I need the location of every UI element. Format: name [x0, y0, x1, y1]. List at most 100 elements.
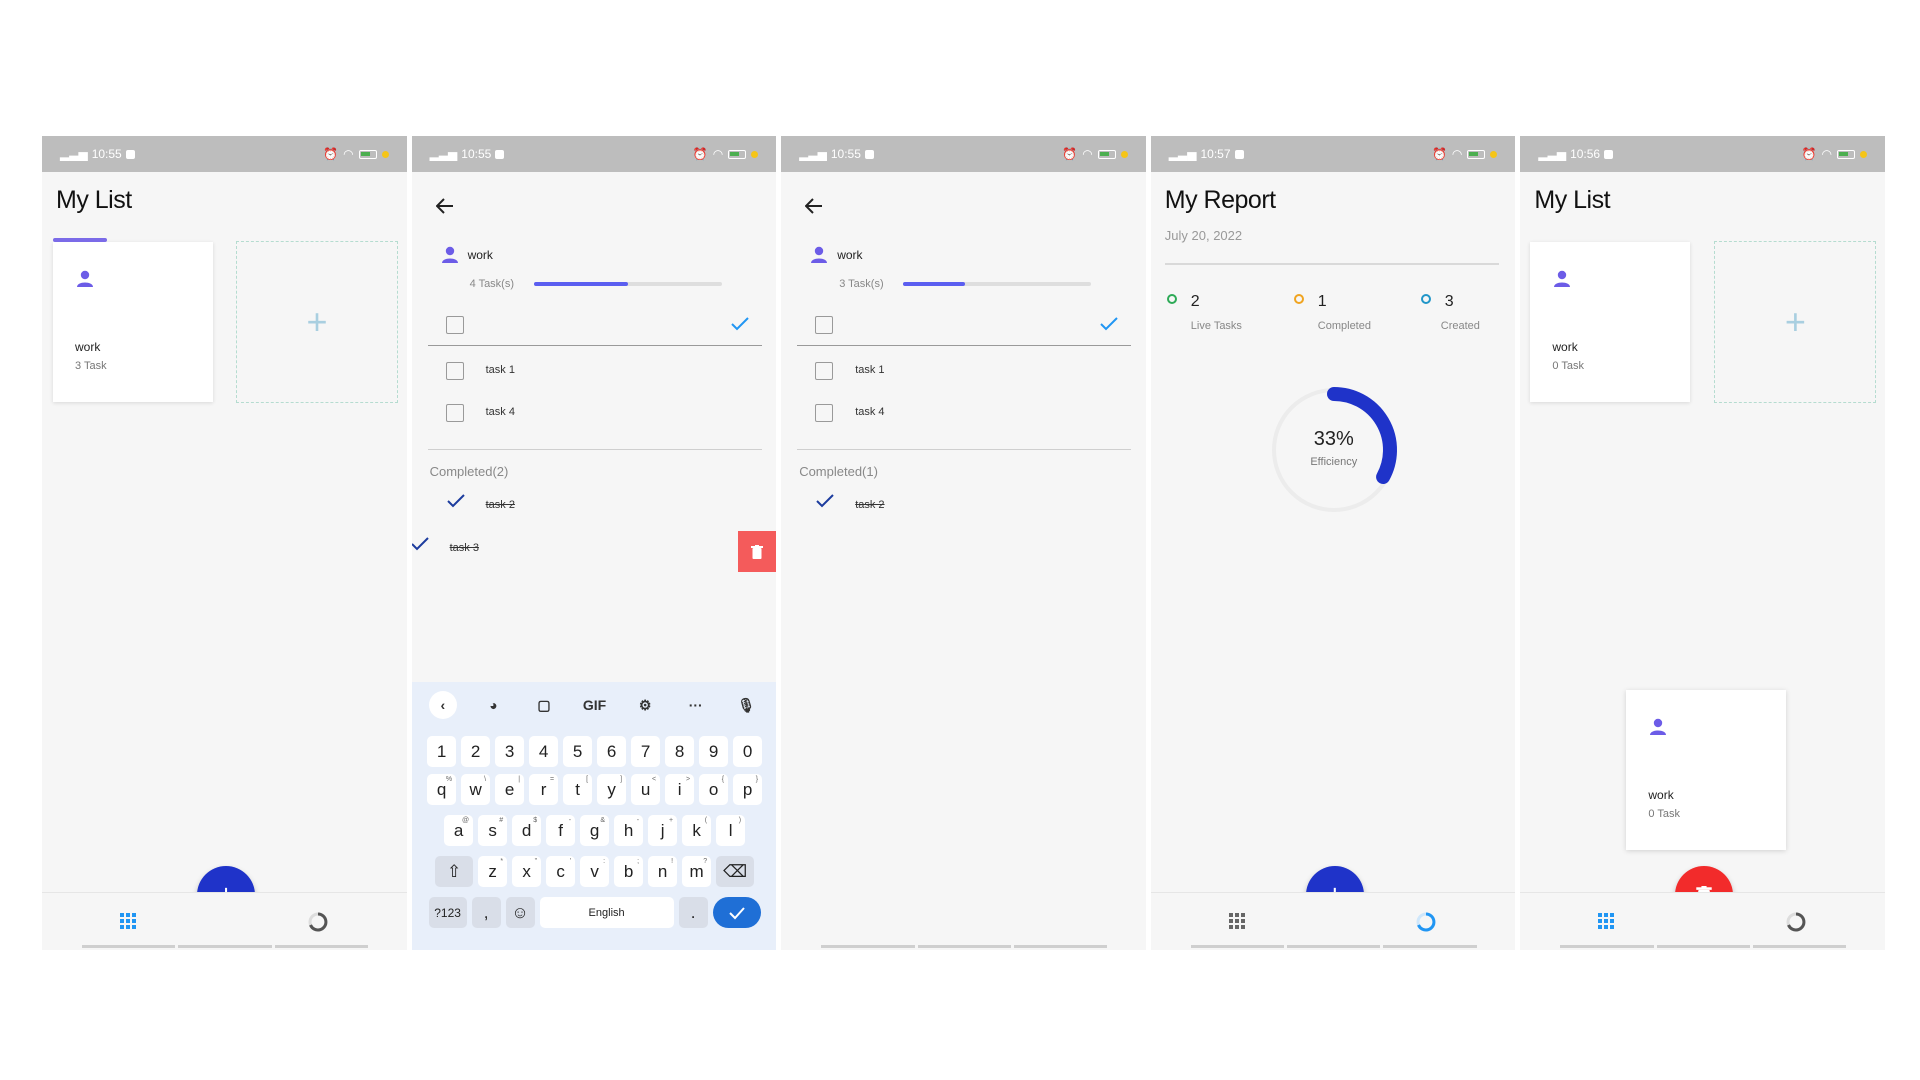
list-card-work[interactable]: work 3 Task: [53, 238, 213, 402]
task-item[interactable]: task 1: [445, 356, 746, 386]
shift-key[interactable]: ⇧: [435, 856, 474, 887]
letter-key[interactable]: w \: [461, 774, 491, 805]
alarm-icon: ⏰: [1062, 147, 1078, 161]
dragged-list-card[interactable]: work 0 Task: [1626, 690, 1787, 850]
completed-task-item[interactable]: task 2: [446, 491, 746, 521]
confirm-check-icon[interactable]: [1099, 316, 1119, 332]
number-key[interactable]: 8: [665, 736, 695, 767]
battery-icon: [1836, 149, 1855, 159]
number-key[interactable]: 3: [495, 736, 525, 767]
new-task-checkbox[interactable]: [815, 316, 834, 334]
number-key[interactable]: 7: [631, 736, 661, 767]
enter-key[interactable]: [712, 897, 761, 928]
task-checkbox[interactable]: [815, 362, 834, 380]
key-alt-label: }: [755, 776, 759, 783]
task-checkbox[interactable]: [445, 362, 464, 380]
letter-key[interactable]: m?: [682, 856, 712, 887]
letter-key[interactable]: y]: [597, 774, 627, 805]
back-arrow-icon[interactable]: [435, 198, 454, 214]
palette-icon[interactable]: ◕: [479, 691, 507, 719]
status-bar: ▂▃▅ 10:55 ⏰ ◠: [781, 136, 1146, 172]
report-ring-icon[interactable]: [1785, 911, 1807, 933]
number-key[interactable]: 2: [461, 736, 491, 767]
keyboard-row-1: q% w \ e | r = t[y] u < i > o{p}: [420, 774, 770, 805]
task-checkbox[interactable]: [815, 404, 834, 422]
home-indicator: [82, 945, 368, 948]
new-task-input-row[interactable]: [797, 306, 1132, 346]
letter-key[interactable]: n!: [648, 856, 678, 887]
letter-key[interactable]: c ': [546, 856, 576, 887]
letter-key[interactable]: d $: [512, 815, 542, 846]
task-item[interactable]: task 4: [815, 398, 1115, 428]
completed-task-item-swiped[interactable]: task 3: [411, 534, 710, 564]
done-check-icon[interactable]: [446, 493, 466, 509]
done-check-icon[interactable]: [815, 493, 835, 509]
key-alt-label: +: [669, 817, 674, 824]
person-icon: [441, 246, 458, 263]
key-alt-label: *: [500, 858, 504, 865]
key-alt-label: <: [652, 776, 657, 783]
space-key[interactable]: English: [539, 897, 674, 928]
chevron-left-icon[interactable]: ‹: [428, 691, 457, 719]
letter-key[interactable]: i >: [665, 774, 695, 805]
sticker-icon[interactable]: ▢: [530, 691, 558, 719]
swipe-delete-button[interactable]: [738, 531, 777, 572]
grid-icon[interactable]: [120, 913, 136, 929]
number-key[interactable]: 6: [597, 736, 627, 767]
new-task-input-row[interactable]: [427, 306, 762, 346]
grid-icon[interactable]: [1228, 913, 1245, 929]
task-item[interactable]: task 1: [815, 356, 1115, 386]
letter-key[interactable]: j +: [648, 815, 678, 846]
symbols-key[interactable]: ?123: [428, 897, 467, 928]
number-key[interactable]: 9: [699, 736, 729, 767]
number-key[interactable]: 5: [563, 736, 593, 767]
list-card-work[interactable]: work 0 Task: [1530, 242, 1691, 402]
letter-key[interactable]: o{: [699, 774, 729, 805]
gif-button[interactable]: GIF: [581, 691, 609, 719]
letter-key[interactable]: g &: [580, 815, 610, 846]
add-list-button[interactable]: +: [236, 241, 398, 403]
grid-icon[interactable]: [1598, 913, 1615, 929]
letter-key[interactable]: z *: [478, 856, 508, 887]
letter-key[interactable]: h-: [614, 815, 644, 846]
task-checkbox[interactable]: [445, 404, 464, 422]
completed-header: Completed(1): [799, 464, 878, 479]
confirm-check-icon[interactable]: [730, 316, 750, 332]
gear-icon[interactable]: ⚙: [631, 691, 659, 719]
keyboard-toolbar: ‹ ◕ ▢ GIF ⚙ ··· 🎙: [412, 682, 777, 728]
emoji-key[interactable]: ☺: [505, 897, 535, 928]
letter-key[interactable]: k(: [682, 815, 712, 846]
alarm-icon: ⏰: [1431, 147, 1447, 161]
letter-key[interactable]: t[: [563, 774, 593, 805]
report-ring-icon[interactable]: [1415, 911, 1437, 933]
letter-key[interactable]: q%: [427, 774, 457, 805]
letter-key[interactable]: x ": [512, 856, 542, 887]
number-key[interactable]: 4: [529, 736, 559, 767]
back-arrow-icon[interactable]: [805, 198, 823, 214]
divider: [797, 449, 1132, 450]
comma-key[interactable]: ,: [471, 897, 501, 928]
number-key[interactable]: 0: [733, 736, 763, 767]
number-key[interactable]: 1: [427, 736, 457, 767]
task-item[interactable]: task 4: [445, 398, 746, 428]
letter-key[interactable]: e |: [495, 774, 525, 805]
letter-key[interactable]: a @: [444, 815, 474, 846]
letter-key[interactable]: p}: [733, 774, 763, 805]
backspace-key[interactable]: ⌫: [716, 856, 755, 887]
period-key[interactable]: .: [678, 897, 708, 928]
letter-key[interactable]: s #: [478, 815, 508, 846]
mic-icon[interactable]: 🎙: [732, 691, 760, 719]
letter-key[interactable]: v:: [580, 856, 610, 887]
add-list-button[interactable]: +: [1714, 241, 1877, 403]
letter-key[interactable]: f-: [546, 815, 576, 846]
new-task-checkbox[interactable]: [445, 316, 464, 334]
letter-key[interactable]: u <: [631, 774, 661, 805]
report-ring-icon[interactable]: [307, 911, 329, 933]
letter-key[interactable]: r =: [529, 774, 559, 805]
done-check-icon[interactable]: [411, 536, 430, 552]
more-button[interactable]: ···: [682, 691, 710, 719]
letter-key[interactable]: l): [716, 815, 746, 846]
completed-task-item[interactable]: task 2: [815, 491, 1115, 521]
letter-key[interactable]: b;: [614, 856, 644, 887]
key-alt-label: -: [568, 817, 572, 824]
